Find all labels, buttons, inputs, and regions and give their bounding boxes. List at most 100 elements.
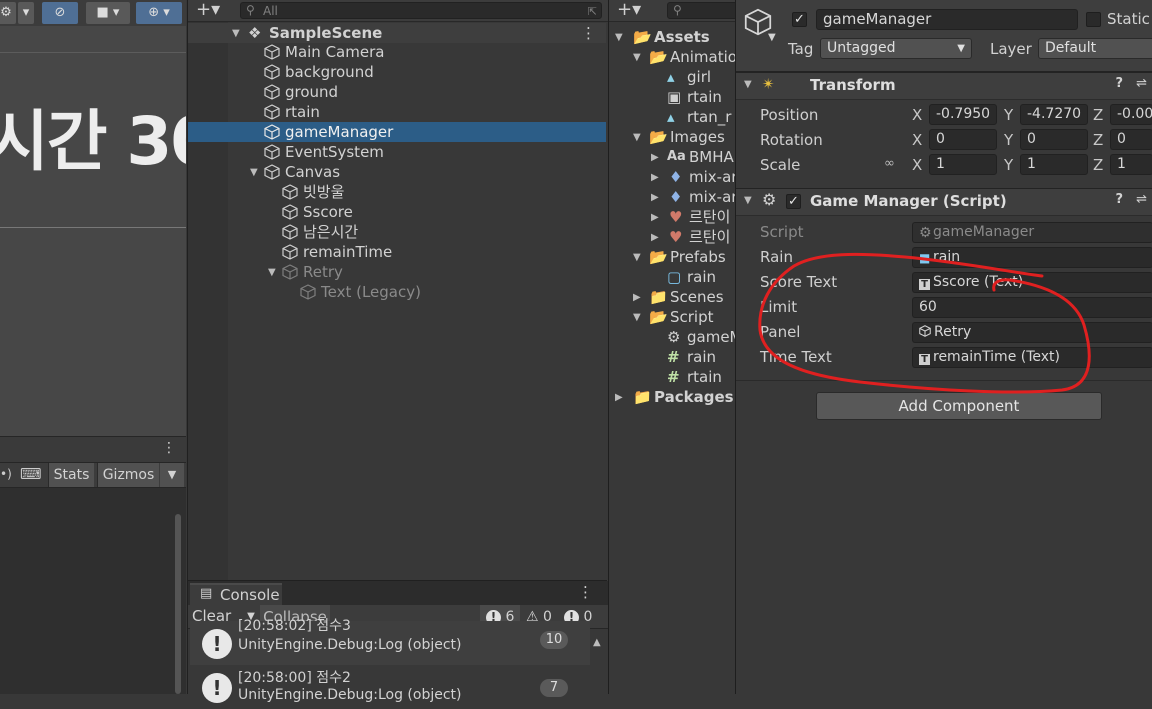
console-log-row[interactable]: ! [20:58:00] 점수2 UnityEngine.Debug:Log (… xyxy=(190,665,590,709)
expand-arrow-icon[interactable]: ▼ xyxy=(232,24,240,44)
position-z-input[interactable]: -0.00 xyxy=(1110,104,1152,125)
hierarchy-item-inactive[interactable]: ▼ Retry xyxy=(188,262,606,282)
expand-arrow-icon[interactable]: ▼ xyxy=(250,163,258,183)
rain-value: rain xyxy=(933,249,961,265)
component-enabled-checkbox[interactable]: ✓ xyxy=(786,194,801,209)
text-component-icon: T xyxy=(919,354,930,365)
position-y-input[interactable]: -4.7270 xyxy=(1020,104,1088,125)
expand-icon[interactable]: ⇱ xyxy=(588,3,597,20)
camera-icon[interactable]: ■ ▾ xyxy=(86,2,130,24)
hierarchy-item-label: 빗방울 xyxy=(303,183,345,201)
add-icon[interactable]: +▾ xyxy=(617,0,641,20)
hierarchy-item[interactable]: EventSystem xyxy=(188,142,606,162)
script-gear-icon: ⚙ xyxy=(667,328,681,346)
transform-header[interactable]: ▼ ✴ Transform ? ⇌ xyxy=(736,72,1152,100)
gizmo-target-icon[interactable]: ⊕ ▾ xyxy=(136,2,182,24)
rotation-z-input[interactable]: 0 xyxy=(1110,129,1152,150)
hierarchy-item[interactable]: Main Camera xyxy=(188,42,606,62)
expand-arrow-icon[interactable]: ▶ xyxy=(651,208,659,228)
expand-arrow-icon[interactable]: ▼ xyxy=(633,128,641,148)
project-item-label: Packages xyxy=(654,388,734,406)
rotation-x-input[interactable]: 0 xyxy=(929,129,997,150)
axis-y-label: Y xyxy=(1004,131,1014,149)
visibility-toggle-icon[interactable]: ⊘ xyxy=(42,2,78,24)
keyboard-icon[interactable]: ⌨ xyxy=(20,465,42,483)
hierarchy-item[interactable]: rtain xyxy=(188,102,606,122)
rotation-y-input[interactable]: 0 xyxy=(1020,129,1088,150)
script-gear-icon: ⚙ xyxy=(919,225,932,241)
hierarchy-item[interactable]: background xyxy=(188,62,606,82)
log-source: UnityEngine.Debug:Log (object) xyxy=(238,637,462,653)
expand-arrow-icon[interactable]: ▼ xyxy=(268,263,276,283)
active-checkbox[interactable]: ✓ xyxy=(792,12,807,27)
score-text-field[interactable]: T Sscore (Text) xyxy=(912,272,1152,293)
project-item-label: 르탄이 xyxy=(689,208,731,226)
help-icon[interactable]: ? xyxy=(1115,192,1123,207)
object-name-input[interactable]: gameManager xyxy=(816,9,1078,30)
hierarchy-item-inactive[interactable]: Text (Legacy) xyxy=(188,282,606,302)
hierarchy-item[interactable]: remainTime xyxy=(188,242,606,262)
scale-x-input[interactable]: 1 xyxy=(929,154,997,175)
gizmos-button[interactable]: Gizmos xyxy=(97,463,159,487)
panel-field[interactable]: Retry xyxy=(912,322,1152,343)
more-options-icon[interactable]: ⋮ xyxy=(581,23,596,43)
expand-arrow-icon[interactable]: ▶ xyxy=(633,288,641,308)
console-log-row[interactable]: ! [20:58:02] 점수3 UnityEngine.Debug:Log (… xyxy=(190,618,590,665)
expand-arrow-icon[interactable]: ▶ xyxy=(651,188,659,208)
console-tab[interactable]: ▤ Console xyxy=(190,583,282,605)
hierarchy-item[interactable]: ground xyxy=(188,82,606,102)
console-panel: ▤ Console ⋮ Clear ▼ Collapse ! 6 ⚠ 0 ! 0… xyxy=(187,580,608,709)
rain-field[interactable]: ■ rain xyxy=(912,247,1152,268)
time-text-value: remainTime (Text) xyxy=(933,349,1060,365)
audio-icon[interactable]: •) xyxy=(0,467,12,481)
hierarchy-item[interactable]: Sscore xyxy=(188,202,606,222)
hierarchy-item[interactable]: 빗방울 xyxy=(188,182,606,202)
time-text-field[interactable]: TremainTime (Text) xyxy=(912,347,1152,368)
position-x-input[interactable]: -0.7950 xyxy=(929,104,997,125)
scale-z-input[interactable]: 1 xyxy=(1110,154,1152,175)
expand-arrow-icon[interactable]: ▼ xyxy=(615,28,623,48)
foldout-arrow-icon[interactable]: ▼ xyxy=(744,79,752,90)
stats-button[interactable]: Stats xyxy=(48,463,94,487)
add-component-button[interactable]: Add Component xyxy=(816,392,1102,420)
tag-dropdown[interactable]: Untagged ▼ xyxy=(820,38,972,59)
expand-arrow-icon[interactable]: ▼ xyxy=(633,248,641,268)
sprite-icon: ♦ xyxy=(669,188,683,206)
preset-settings-icon[interactable]: ⇌ xyxy=(1136,76,1147,91)
expand-arrow-icon[interactable]: ▼ xyxy=(633,308,641,328)
expand-arrow-icon[interactable]: ▼ xyxy=(633,48,641,68)
expand-arrow-icon[interactable]: ▶ xyxy=(651,148,659,168)
add-icon[interactable]: +▾ xyxy=(196,0,220,20)
constrain-proportions-icon[interactable]: ∞ xyxy=(884,156,895,171)
foldout-arrow-icon[interactable]: ▼ xyxy=(744,195,752,206)
hierarchy-search-input[interactable]: ⚲ All ⇱ xyxy=(240,2,602,19)
game-manager-header[interactable]: ▼ ⚙ ✓ Game Manager (Script) ? ⇌ xyxy=(736,188,1152,216)
expand-arrow-icon[interactable]: ▶ xyxy=(651,228,659,248)
animation-clip-icon: ▴ xyxy=(667,68,675,86)
chevron-down-icon[interactable]: ▾ xyxy=(18,2,34,24)
layer-dropdown[interactable]: Default xyxy=(1038,38,1152,59)
static-checkbox[interactable] xyxy=(1086,12,1101,27)
scrollbar[interactable] xyxy=(175,514,181,694)
hierarchy-item[interactable]: ▼ Canvas xyxy=(188,162,606,182)
game-view[interactable]: ⚙ ▾ ⊘ ■ ▾ ⊕ ▾ 시간 30 xyxy=(0,0,186,436)
icon-dropdown-icon[interactable]: ▼ xyxy=(768,32,776,43)
limit-input[interactable]: 60 xyxy=(912,297,1152,318)
scene-row[interactable]: ▼ ❖ SampleScene ⋮ xyxy=(188,23,606,43)
preset-settings-icon[interactable]: ⇌ xyxy=(1136,192,1147,207)
expand-arrow-icon[interactable]: ▶ xyxy=(615,388,623,408)
scale-y-input[interactable]: 1 xyxy=(1020,154,1088,175)
game-manager-title: Game Manager (Script) xyxy=(810,192,1007,210)
expand-arrow-icon[interactable]: ▶ xyxy=(651,168,659,188)
script-value: gameManager xyxy=(933,224,1035,240)
gizmos-dropdown-icon[interactable]: ▼ xyxy=(160,463,184,487)
scroll-up-icon[interactable]: ▲ xyxy=(593,637,601,648)
hierarchy-item-selected[interactable]: gameManager xyxy=(188,122,606,142)
more-options-icon[interactable]: ⋮ xyxy=(162,440,176,456)
hierarchy-item[interactable]: 남은시간 xyxy=(188,222,606,242)
aspect-icon[interactable]: ⚙ xyxy=(0,2,16,24)
static-label: Static xyxy=(1107,10,1150,28)
project-search-input[interactable]: ⚲ xyxy=(667,2,735,19)
help-icon[interactable]: ? xyxy=(1115,76,1123,91)
more-options-icon[interactable]: ⋮ xyxy=(578,583,593,601)
